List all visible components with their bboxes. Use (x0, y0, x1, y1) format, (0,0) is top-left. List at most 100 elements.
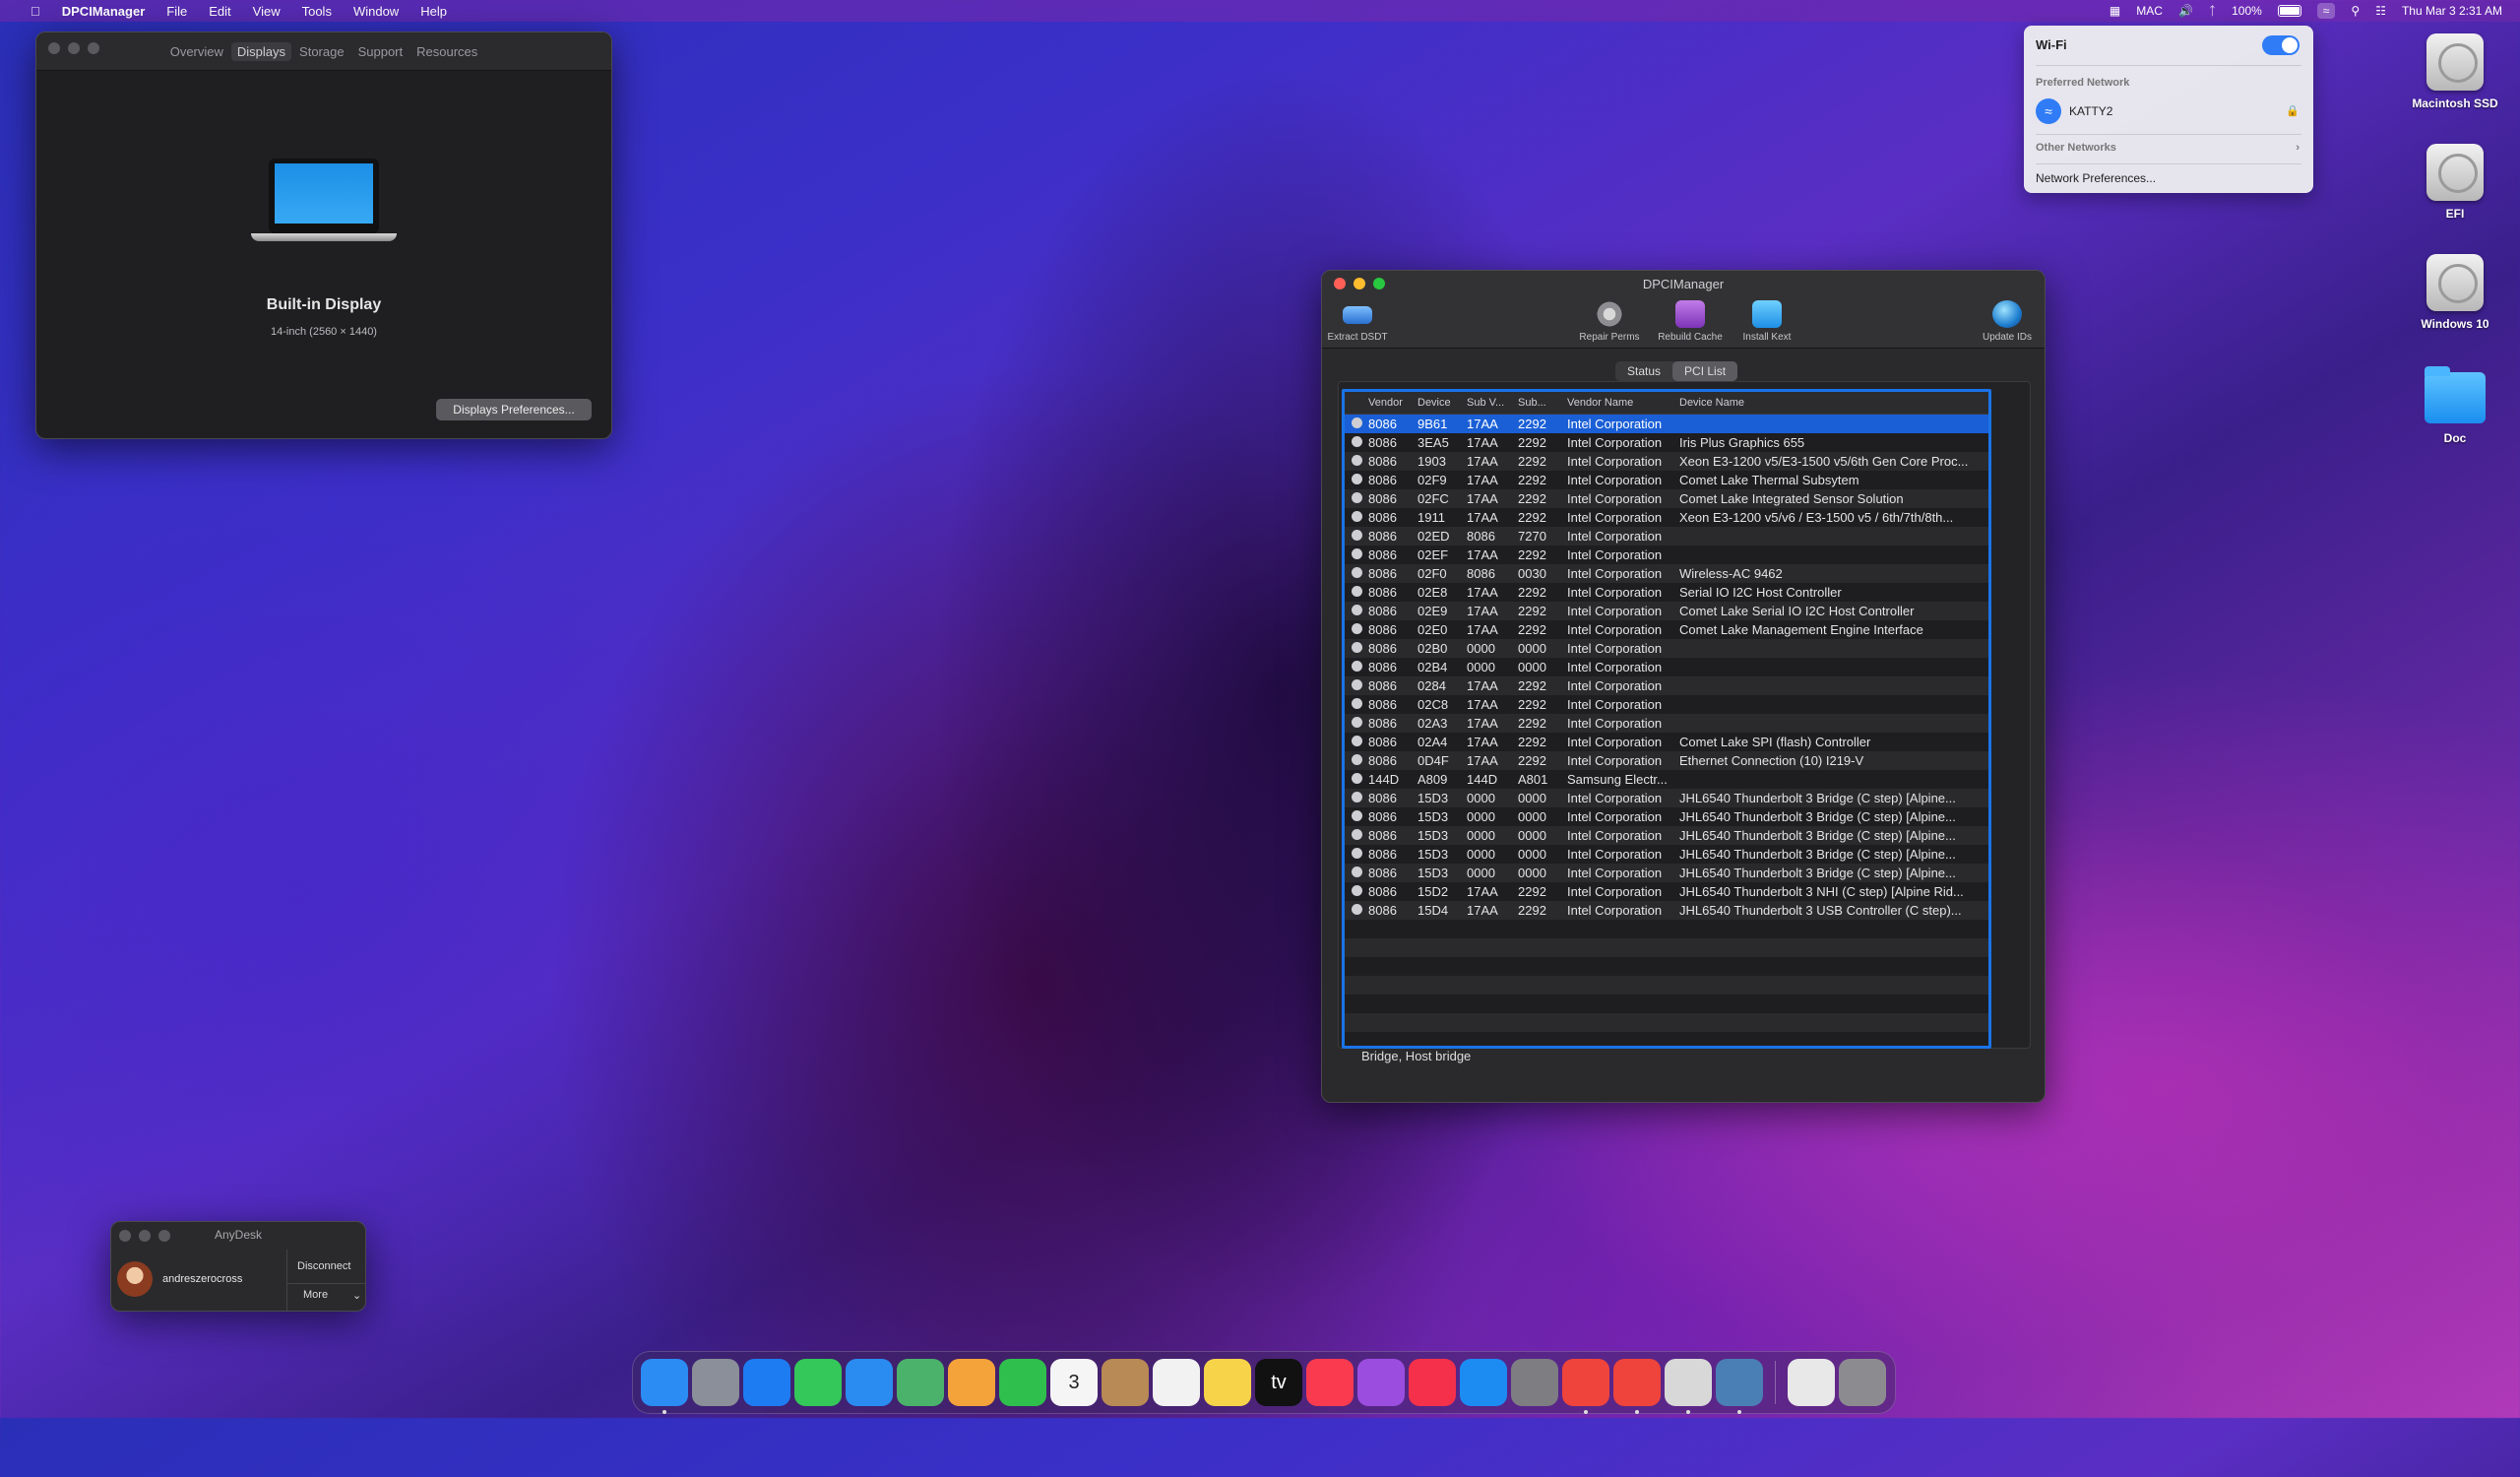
network-preferences-item[interactable]: Network Preferences... (2036, 171, 2301, 185)
menu-view[interactable]: View (242, 4, 291, 19)
spotlight-search-icon[interactable]: ⚲ (2351, 4, 2360, 18)
notes-icon[interactable] (1204, 1359, 1251, 1406)
vendor-name-cell: Intel Corporation (1567, 491, 1663, 506)
table-row[interactable]: 8086 02F9 17AA 2292 Intel Corporation Comet L… (1345, 471, 1988, 489)
menu-edit[interactable]: Edit (198, 4, 241, 19)
displays-preferences-button[interactable]: Displays Preferences... (436, 399, 592, 420)
tab-displays[interactable]: Displays (230, 42, 292, 61)
messages-icon[interactable] (794, 1359, 842, 1406)
table-row[interactable]: 8086 1903 17AA 2292 Intel Corporation Xeon E3… (1345, 452, 1988, 471)
table-row[interactable]: 8086 15D3 0000 0000 Intel Corporation JHL6540… (1345, 845, 1988, 864)
column-header[interactable]: Vendor Name (1563, 397, 1675, 409)
menu-tools[interactable]: Tools (291, 4, 343, 19)
column-header[interactable]: Vendor (1364, 397, 1414, 409)
desktop-icon-macintosh-ssd[interactable]: Macintosh SSD (2396, 33, 2514, 110)
system-preferences-icon[interactable] (1511, 1359, 1558, 1406)
menu-help[interactable]: Help (410, 4, 458, 19)
table-row[interactable]: 8086 15D3 0000 0000 Intel Corporation JHL6540… (1345, 789, 1988, 807)
podcasts-icon[interactable] (1357, 1359, 1405, 1406)
dpcimanager-icon[interactable] (1716, 1359, 1763, 1414)
table-row[interactable]: 8086 02B4 0000 0000 Intel Corporation (1345, 658, 1988, 676)
table-row[interactable]: 8086 15D2 17AA 2292 Intel Corporation JHL6540… (1345, 882, 1988, 901)
table-row[interactable]: 8086 02E9 17AA 2292 Intel Corporation Comet L… (1345, 602, 1988, 620)
desktop-icon-windows-10[interactable]: Windows 10 (2396, 254, 2514, 331)
safari-icon[interactable] (743, 1359, 790, 1406)
trash-icon[interactable] (1839, 1359, 1886, 1406)
table-row[interactable]: 8086 0D4F 17AA 2292 Intel Corporation Etherne… (1345, 751, 1988, 770)
reminders-icon[interactable] (1153, 1359, 1200, 1406)
table-row[interactable]: 144D A809 144D A801 Samsung Electr... (1345, 770, 1988, 789)
table-row[interactable]: 8086 02A4 17AA 2292 Intel Corporation Comet L… (1345, 733, 1988, 751)
other-networks[interactable]: Other Networks › (2036, 142, 2301, 154)
device-name-cell: Comet Lake Management Engine Interface (1679, 622, 1923, 637)
contacts-icon[interactable] (1102, 1359, 1149, 1406)
wifi-toggle[interactable] (2262, 35, 2300, 55)
table-row[interactable]: 8086 15D3 0000 0000 Intel Corporation JHL6540… (1345, 864, 1988, 882)
table-row[interactable]: 8086 02EF 17AA 2292 Intel Corporation (1345, 546, 1988, 564)
table-row[interactable]: 8086 15D3 0000 0000 Intel Corporation JHL6540… (1345, 807, 1988, 826)
table-row[interactable]: 8086 02E8 17AA 2292 Intel Corporation Serial … (1345, 583, 1988, 602)
column-header[interactable]: Sub V... (1463, 397, 1514, 409)
table-row[interactable]: 8086 0284 17AA 2292 Intel Corporation (1345, 676, 1988, 695)
document-icon[interactable] (1788, 1359, 1835, 1406)
app-store-icon[interactable] (1460, 1359, 1507, 1406)
desktop-icon-doc[interactable]: Doc (2396, 366, 2514, 445)
launchpad-icon[interactable] (692, 1359, 739, 1406)
facetime-icon[interactable] (999, 1359, 1046, 1406)
tv-icon[interactable]: tv (1255, 1359, 1302, 1406)
keyboard-input-icon[interactable]: ▦ (2110, 4, 2120, 18)
more-button[interactable]: More ⌄ (303, 1289, 361, 1302)
maps-icon[interactable] (897, 1359, 944, 1406)
rebuild-cache-button[interactable]: Rebuild Cache (1651, 300, 1730, 343)
apple-menu-icon[interactable]:  (20, 4, 51, 19)
wifi-icon[interactable]: ≈ (2316, 3, 2336, 19)
menu-datetime[interactable]: Thu Mar 3 2:31 AM (2402, 4, 2502, 18)
tab-storage[interactable]: Storage (293, 42, 350, 61)
tab-overview[interactable]: Overview (164, 42, 229, 61)
tab-resources[interactable]: Resources (410, 42, 483, 61)
battery-icon[interactable] (2277, 5, 2301, 17)
column-header[interactable]: Device (1414, 397, 1463, 409)
table-row[interactable]: 8086 02B0 0000 0000 Intel Corporation (1345, 639, 1988, 658)
extract-dsdt-button[interactable]: Extract DSDT (1326, 300, 1389, 343)
music-icon[interactable] (1306, 1359, 1354, 1406)
table-row[interactable]: 8086 15D4 17AA 2292 Intel Corporation JHL6540… (1345, 901, 1988, 920)
column-header[interactable]: Device Name (1675, 397, 1983, 409)
pci-table[interactable]: Vendor Device Sub V... Sub... Vendor Nam… (1342, 389, 1991, 1049)
table-row[interactable]: 8086 1911 17AA 2292 Intel Corporation Xeon E3… (1345, 508, 1988, 527)
photos-icon[interactable] (948, 1359, 995, 1406)
script-editor-icon[interactable] (1665, 1359, 1712, 1414)
table-row[interactable]: 8086 02FC 17AA 2292 Intel Corporation Comet L… (1345, 489, 1988, 508)
segment-pci-list[interactable]: PCI List (1672, 361, 1738, 381)
desktop-icon-efi[interactable]: EFI (2396, 144, 2514, 221)
anydesk-alt-icon[interactable] (1613, 1359, 1661, 1414)
finder-icon[interactable] (641, 1359, 688, 1414)
calendar-icon[interactable]: 3 (1050, 1359, 1098, 1406)
menu-file[interactable]: File (156, 4, 198, 19)
disconnect-button[interactable]: Disconnect (287, 1250, 365, 1272)
anydesk-icon[interactable] (1562, 1359, 1609, 1414)
menu-user[interactable]: MAC (2136, 4, 2163, 18)
install-kext-button[interactable]: Install Kext (1735, 300, 1798, 343)
network-item[interactable]: ≈ KATTY2 🔒 (2036, 98, 2301, 124)
table-row[interactable]: 8086 02ED 8086 7270 Intel Corporation (1345, 527, 1988, 546)
table-row[interactable]: 8086 3EA5 17AA 2292 Intel Corporation Iris Pl… (1345, 433, 1988, 452)
mail-icon[interactable] (846, 1359, 893, 1406)
table-row[interactable]: 8086 15D3 0000 0000 Intel Corporation JHL6540… (1345, 826, 1988, 845)
news-icon[interactable] (1409, 1359, 1456, 1406)
menu-window[interactable]: Window (343, 4, 410, 19)
table-row[interactable]: 8086 02A3 17AA 2292 Intel Corporation (1345, 714, 1988, 733)
control-center-icon[interactable]: ☷ (2375, 4, 2386, 18)
table-row[interactable]: 8086 02E0 17AA 2292 Intel Corporation Comet L… (1345, 620, 1988, 639)
table-row[interactable]: 8086 9B61 17AA 2292 Intel Corporation (1345, 415, 1988, 433)
bluetooth-icon[interactable]: ᛏ (2209, 4, 2216, 18)
update-ids-button[interactable]: Update IDs (1976, 300, 2039, 343)
repair-perms-button[interactable]: Repair Perms (1572, 300, 1647, 343)
table-row[interactable]: 8086 02F0 8086 0030 Intel Corporation Wireles… (1345, 564, 1988, 583)
tab-support[interactable]: Support (352, 42, 410, 61)
table-row[interactable]: 8086 02C8 17AA 2292 Intel Corporation (1345, 695, 1988, 714)
column-header[interactable]: Sub... (1514, 397, 1563, 409)
segment-status[interactable]: Status (1615, 361, 1672, 381)
volume-icon[interactable]: 🔊 (2178, 4, 2193, 18)
menu-app-name[interactable]: DPCIManager (51, 4, 157, 19)
